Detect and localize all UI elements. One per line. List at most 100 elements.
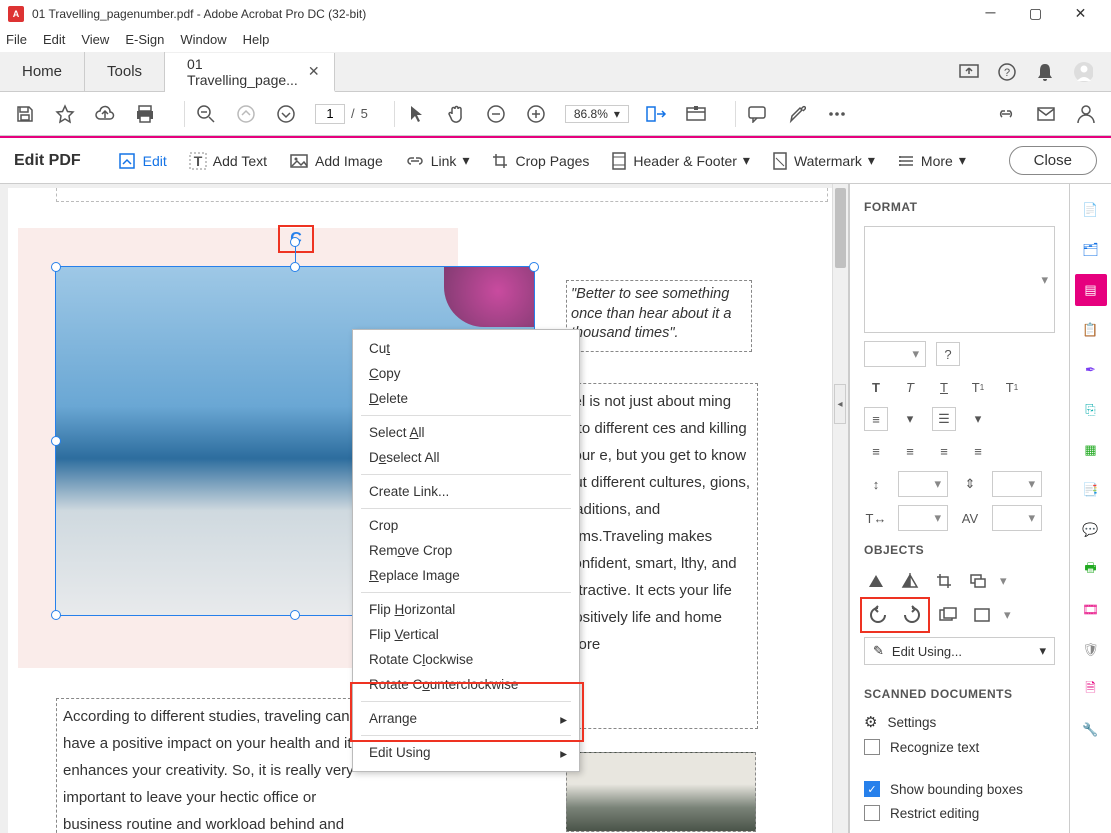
chevron-down-icon[interactable]: ▾ — [1004, 607, 1011, 623]
menu-window[interactable]: Window — [180, 32, 226, 47]
editbar-link[interactable]: Link▾ — [405, 152, 470, 169]
flip-vertical-icon[interactable] — [864, 569, 888, 593]
avatar-icon[interactable] — [1075, 103, 1097, 125]
bullet-dropdown-icon[interactable]: ▾ — [898, 407, 922, 431]
bullet-list-icon[interactable]: ≡ — [864, 407, 888, 431]
crop-object-icon[interactable] — [932, 569, 956, 593]
tab-home[interactable]: Home — [0, 52, 85, 91]
replace-image-icon[interactable] — [936, 603, 960, 627]
restrict-checkbox[interactable] — [864, 805, 880, 821]
zoom-out-icon[interactable] — [195, 103, 217, 125]
menu-remove-crop[interactable]: Remove Crop — [353, 538, 579, 563]
zoom-minus-icon[interactable] — [485, 103, 507, 125]
page-down-icon[interactable] — [275, 103, 297, 125]
redact-icon[interactable]: 🎞 — [1075, 594, 1107, 626]
reading-mode-icon[interactable] — [685, 103, 707, 125]
link-icon[interactable] — [995, 103, 1017, 125]
screen-share-icon[interactable] — [959, 62, 979, 82]
menu-edit[interactable]: Edit — [43, 32, 65, 47]
align-left-icon[interactable]: ≡ — [864, 439, 888, 463]
editbar-more[interactable]: More▾ — [897, 152, 966, 169]
flip-horizontal-icon[interactable] — [898, 569, 922, 593]
rotate-cw-icon[interactable] — [900, 603, 924, 627]
paragraph-spacing-select[interactable]: ▾ — [992, 471, 1042, 497]
highlight-icon[interactable] — [786, 103, 808, 125]
tab-close-icon[interactable]: ✕ — [308, 63, 320, 80]
menu-copy[interactable]: Copy — [353, 361, 579, 386]
more-icon[interactable] — [826, 103, 848, 125]
menu-rotate-counterclockwise[interactable]: Rotate Counterclockwise — [353, 672, 579, 697]
combine-icon[interactable]: 🗂 — [1075, 234, 1107, 266]
print-icon[interactable] — [134, 103, 156, 125]
help-icon[interactable]: ? — [997, 62, 1017, 82]
recognize-checkbox[interactable] — [864, 739, 880, 755]
page-input[interactable] — [315, 104, 345, 124]
restrict-editing-row[interactable]: Restrict editing — [864, 805, 1055, 821]
align-center-icon[interactable]: ≡ — [898, 439, 922, 463]
line-spacing-select[interactable]: ▾ — [898, 471, 948, 497]
save-icon[interactable] — [14, 103, 36, 125]
more-tools-icon[interactable]: 🗎 — [1075, 674, 1107, 706]
menu-select-all[interactable]: Select All — [353, 420, 579, 445]
menu-cut[interactable]: Cut — [353, 336, 579, 361]
font-size-select[interactable]: ▾ — [864, 341, 926, 367]
organize-icon[interactable]: ⎘ — [1075, 394, 1107, 426]
paragraph-box-1[interactable]: vel is not just about ming into differen… — [563, 383, 758, 729]
menu-file[interactable]: File — [6, 32, 27, 47]
recognize-text-row[interactable]: Recognize text — [864, 739, 1055, 755]
email-icon[interactable] — [1035, 103, 1057, 125]
hand-icon[interactable] — [445, 103, 467, 125]
text-scale-icon[interactable]: T↔ — [864, 506, 888, 530]
pointer-icon[interactable] — [405, 103, 427, 125]
text-scale-select[interactable]: ▾ — [898, 505, 948, 531]
zoom-value[interactable]: 86.8%▾ — [565, 105, 629, 123]
customize-icon[interactable]: 🔧 — [1075, 714, 1107, 746]
comment-icon[interactable] — [746, 103, 768, 125]
page-up-icon[interactable] — [235, 103, 257, 125]
menu-flip-vertical[interactable]: Flip Vertical — [353, 622, 579, 647]
menu-delete[interactable]: Delete — [353, 386, 579, 411]
align-right-icon[interactable]: ≡ — [932, 439, 956, 463]
tab-tools[interactable]: Tools — [85, 52, 165, 91]
editbar-add-text[interactable]: TAdd Text — [189, 152, 267, 170]
compress-icon[interactable]: ▦ — [1075, 434, 1107, 466]
underline-icon[interactable]: T — [932, 375, 956, 399]
rotate-ccw-icon[interactable] — [866, 603, 890, 627]
minimize-button[interactable]: ─ — [968, 0, 1013, 28]
menu-edit-using[interactable]: Edit Using▸ — [353, 740, 579, 765]
paragraph-spacing-icon[interactable]: ⇕ — [958, 472, 982, 496]
expand-panel-button[interactable]: ◂ — [834, 384, 846, 424]
editbar-add-image[interactable]: Add Image — [289, 153, 383, 169]
mountain-image[interactable] — [566, 752, 756, 832]
paragraph-box-2[interactable]: According to different studies, travelin… — [56, 698, 361, 833]
editbar-header-footer[interactable]: Header & Footer▾ — [611, 151, 750, 171]
editbar-close-button[interactable]: Close — [1009, 146, 1097, 175]
protect-icon[interactable]: 🛡 — [1075, 634, 1107, 666]
bell-icon[interactable] — [1035, 62, 1055, 82]
edit-using-select[interactable]: ✎ Edit Using... ▾ — [864, 637, 1055, 665]
superscript-icon[interactable]: T1 — [966, 375, 990, 399]
account-icon[interactable] — [1073, 62, 1093, 82]
quote-text-box[interactable]: "Better to see something once than hear … — [566, 280, 752, 352]
subscript-icon[interactable]: T1 — [1000, 375, 1024, 399]
arrange-icon[interactable] — [966, 569, 990, 593]
export-pdf-icon[interactable]: 📋 — [1075, 314, 1107, 346]
kerning-icon[interactable]: AV — [958, 506, 982, 530]
resize-handle-tr[interactable] — [529, 262, 539, 272]
rotate-handle[interactable] — [290, 237, 300, 247]
menu-view[interactable]: View — [81, 32, 109, 47]
maximize-button[interactable]: ▢ — [1013, 0, 1058, 28]
resize-handle-tl[interactable] — [51, 262, 61, 272]
resize-handle-ml[interactable] — [51, 436, 61, 446]
font-select[interactable]: ▾ — [864, 226, 1055, 333]
bold-icon[interactable]: T — [864, 375, 888, 399]
tab-file[interactable]: 01 Travelling_page... ✕ — [165, 53, 335, 92]
vertical-scrollbar[interactable] — [832, 184, 848, 833]
cloud-upload-icon[interactable] — [94, 103, 116, 125]
align-objects-icon[interactable] — [970, 603, 994, 627]
create-pdf-icon[interactable]: 📄 — [1075, 194, 1107, 226]
editbar-edit[interactable]: Edit — [117, 151, 167, 171]
chevron-down-icon[interactable]: ▾ — [1000, 573, 1007, 589]
scrollbar-thumb[interactable] — [835, 188, 846, 268]
menu-replace-image[interactable]: Replace Image — [353, 563, 579, 588]
